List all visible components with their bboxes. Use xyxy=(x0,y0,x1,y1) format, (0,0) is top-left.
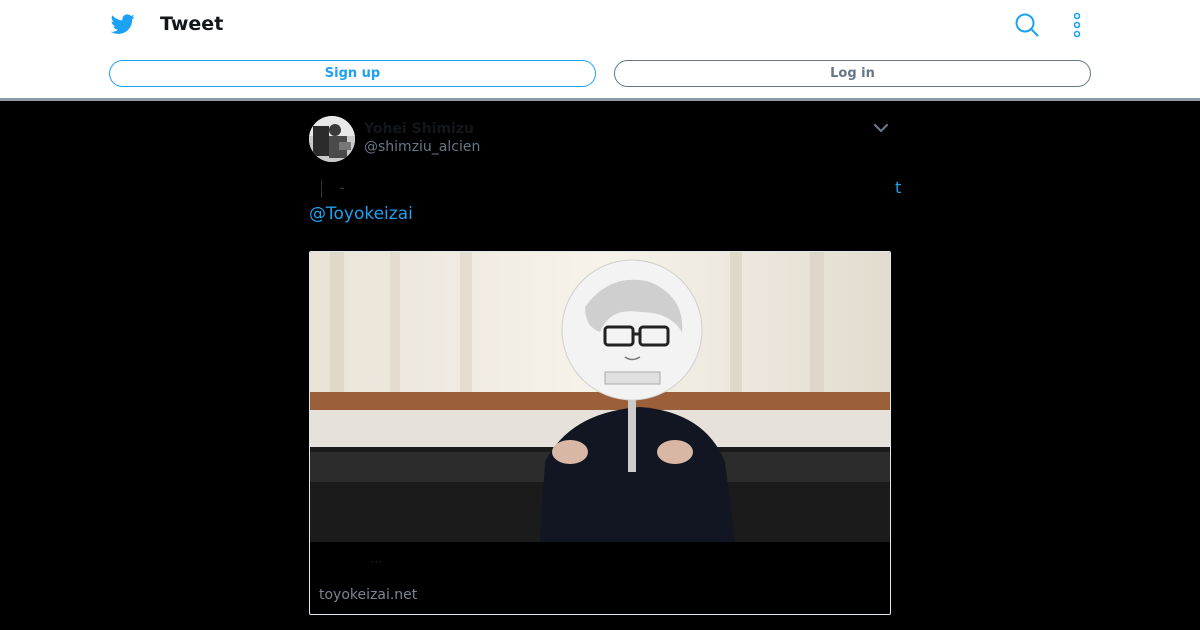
avatar-image xyxy=(309,116,355,162)
chevron-down-icon[interactable] xyxy=(872,120,890,136)
card-title: ... xyxy=(370,552,383,567)
signup-button[interactable]: Sign up xyxy=(109,60,596,87)
page-title: Tweet xyxy=(160,13,224,35)
header-divider xyxy=(0,98,1200,101)
avatar[interactable] xyxy=(309,116,355,162)
card-image xyxy=(310,252,890,542)
more-vertical-icon[interactable] xyxy=(1070,12,1084,38)
login-button[interactable]: Log in xyxy=(614,60,1091,87)
mention-link[interactable]: @Toyokeizai xyxy=(309,204,413,224)
search-icon[interactable] xyxy=(1014,12,1040,38)
tweet-text: - t xyxy=(309,178,901,200)
user-handle[interactable]: @shimziu_alcien xyxy=(364,139,480,155)
text-bar xyxy=(321,180,322,198)
card-domain: toyokeizai.net xyxy=(319,587,418,603)
twitter-bird-icon[interactable] xyxy=(110,12,136,36)
tweet-text-dash: - xyxy=(339,178,345,197)
tweet-link-fragment[interactable]: t xyxy=(895,178,901,197)
display-name[interactable]: Yohei Shimizu xyxy=(364,121,474,137)
link-card[interactable]: ... toyokeizai.net xyxy=(309,251,891,615)
top-bar: Tweet Sign up Log in xyxy=(0,0,1200,98)
